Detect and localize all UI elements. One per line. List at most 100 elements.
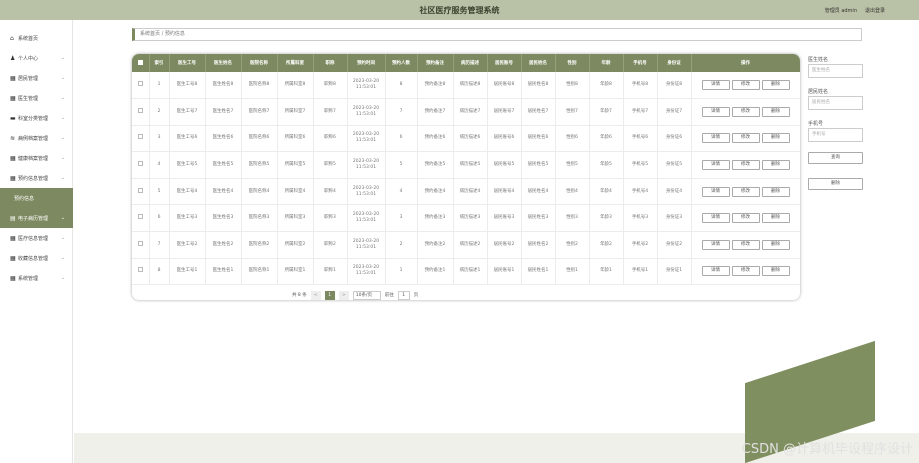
detail-button[interactable]: 详情: [701, 160, 730, 171]
table-cell: 职称2: [313, 231, 348, 259]
prev-page-button[interactable]: <: [310, 290, 321, 300]
edit-button[interactable]: 修改: [731, 106, 760, 117]
table-cell: 预约备注7: [417, 98, 454, 126]
row-checkbox[interactable]: [137, 107, 143, 113]
detail-button[interactable]: 详情: [701, 106, 730, 117]
table-cell: 2023-03-20 11:53:01: [347, 258, 386, 286]
table-cell: 病历描述1: [453, 258, 488, 286]
table-cell: 6: [385, 125, 418, 153]
breadcrumb-home[interactable]: 系统首页: [140, 31, 160, 37]
sidebar-item[interactable]: ≋ 病例档案管理 ⌄: [0, 128, 73, 148]
appointment-table-card: 索引 医生工号 医生姓名 医院名称 所属科室 职称 预约时间 预约人数 预约备注 病历描述 居民账号…: [132, 54, 800, 300]
page-size-select[interactable]: 10条/页: [352, 290, 381, 300]
page-number-button[interactable]: 1: [324, 290, 335, 300]
delete-button[interactable]: 删除: [761, 133, 790, 144]
table-cell: 所属科室5: [277, 151, 314, 179]
delete-button[interactable]: 删除: [761, 160, 790, 171]
app-title: 社区医疗服务管理系统: [419, 6, 500, 15]
chevron-down-icon: ⌄: [60, 275, 65, 281]
search-panel: 医生姓名 医生姓名 居民姓名 居民姓名 手机号 手机号 查询 删除: [808, 56, 868, 204]
select-all-checkbox[interactable]: [137, 59, 143, 65]
edit-button[interactable]: 修改: [731, 80, 760, 91]
next-page-button[interactable]: >: [338, 290, 349, 300]
sidebar-item-label: 预约信息管理: [18, 175, 49, 182]
actions-cell: 详情 修改 删除: [691, 72, 800, 100]
table-cell: 身份证4: [657, 178, 692, 206]
doctor-name-input[interactable]: 医生姓名: [808, 64, 863, 78]
table-cell: 预约备注4: [417, 178, 454, 206]
sidebar-item[interactable]: ▬ 科室分类管理 ⌄: [0, 108, 73, 128]
row-checkbox[interactable]: [137, 161, 143, 167]
delete-button[interactable]: 删除: [761, 186, 790, 197]
detail-button[interactable]: 详情: [701, 80, 730, 91]
edit-button[interactable]: 修改: [731, 239, 760, 250]
table-cell: 医院名称4: [241, 178, 278, 206]
detail-button[interactable]: 详情: [701, 213, 730, 224]
row-checkbox[interactable]: [137, 214, 143, 220]
table-cell: 手机号4: [623, 178, 658, 206]
sidebar: ⌂ 系统首页 ♟ 个人中心 ⌄ ▦ 居民管理 ⌄ ▦ 医生管理 ⌄ ▬ 科室分类管理 ⌄ ≋ 病例档案管理 ⌄ ▦…: [0, 20, 73, 463]
edit-button[interactable]: 修改: [731, 186, 760, 197]
table-cell: 居民账号4: [487, 178, 522, 206]
delete-button[interactable]: 删除: [761, 266, 790, 277]
row-checkbox[interactable]: [137, 267, 143, 273]
sidebar-item[interactable]: ▦ 健康档案管理 ⌄: [0, 148, 73, 168]
detail-button[interactable]: 详情: [701, 239, 730, 250]
edit-button[interactable]: 修改: [731, 133, 760, 144]
edit-button[interactable]: 修改: [731, 266, 760, 277]
sidebar-item[interactable]: ♟ 个人中心 ⌄: [0, 48, 73, 68]
query-button[interactable]: 查询: [808, 152, 863, 164]
table-cell: 医生姓名4: [205, 178, 242, 206]
phone-input[interactable]: 手机号: [808, 128, 863, 142]
sidebar-item[interactable]: ▦ 医生管理 ⌄: [0, 88, 73, 108]
sidebar-item[interactable]: ▦ 预约信息管理 ⌄: [0, 168, 73, 188]
sidebar-item[interactable]: ⌂ 系统首页: [0, 28, 73, 48]
sidebar-item[interactable]: 预约信息: [0, 188, 73, 208]
sidebar-item[interactable]: ▦ 医疗信息管理 ⌄: [0, 228, 73, 248]
actions-cell: 详情 修改 删除: [691, 231, 800, 259]
row-checkbox[interactable]: [137, 187, 143, 193]
table-cell: 预约备注8: [417, 72, 454, 100]
goto-label: 前往: [384, 293, 394, 298]
table-cell: 所属科室8: [277, 72, 314, 100]
column-header: 医生工号: [169, 54, 206, 72]
actions-cell: 详情 修改 删除: [691, 204, 800, 233]
sidebar-item[interactable]: ▦ 居民管理 ⌄: [0, 68, 73, 88]
delete-button[interactable]: 删除: [761, 80, 790, 91]
table-cell: 1: [385, 258, 418, 286]
column-header: 预约时间: [347, 54, 386, 72]
table-cell: 年龄3: [589, 204, 624, 233]
batch-delete-button[interactable]: 删除: [808, 178, 863, 190]
table-cell: 2023-03-20 11:53:01: [347, 178, 386, 206]
row-checkbox[interactable]: [137, 81, 143, 87]
table-cell: 医生工号1: [169, 258, 206, 286]
table-cell: 手机号6: [623, 125, 658, 153]
sidebar-item[interactable]: ▤ 电子病历管理 ⌄: [0, 208, 73, 228]
table-cell: 预约备注2: [417, 231, 454, 259]
detail-button[interactable]: 详情: [701, 186, 730, 197]
table-cell: 身份证5: [657, 151, 692, 179]
table-cell: 手机号2: [623, 231, 658, 259]
sidebar-item[interactable]: ▦ 收藏信息管理 ⌄: [0, 248, 73, 268]
delete-button[interactable]: 删除: [761, 106, 790, 117]
detail-button[interactable]: 详情: [701, 266, 730, 277]
edit-button[interactable]: 修改: [731, 160, 760, 171]
goto-page-input[interactable]: 1: [397, 290, 410, 300]
table-cell: 居民姓名7: [521, 98, 556, 126]
table-cell: 病历描述3: [453, 204, 488, 233]
table-row: 4 医生工号5 医生姓名5 医院名称5 所属科室5 职称5 2023-03-20 11:53…: [132, 151, 800, 179]
sidebar-item-label: 健康档案管理: [18, 155, 49, 162]
delete-button[interactable]: 删除: [761, 213, 790, 224]
logout-link[interactable]: 退出登录: [865, 7, 885, 14]
table-cell: 手机号7: [623, 98, 658, 126]
detail-button[interactable]: 详情: [701, 133, 730, 144]
resident-name-input[interactable]: 居民姓名: [808, 96, 863, 110]
row-select-cell: [132, 258, 150, 286]
edit-button[interactable]: 修改: [731, 213, 760, 224]
row-checkbox[interactable]: [137, 240, 143, 246]
user-icon: ♟: [10, 54, 16, 62]
row-checkbox[interactable]: [137, 134, 143, 140]
sidebar-item[interactable]: ▦ 系统管理 ⌄: [0, 268, 73, 288]
delete-button[interactable]: 删除: [761, 239, 790, 250]
table-cell: 8: [385, 72, 418, 100]
